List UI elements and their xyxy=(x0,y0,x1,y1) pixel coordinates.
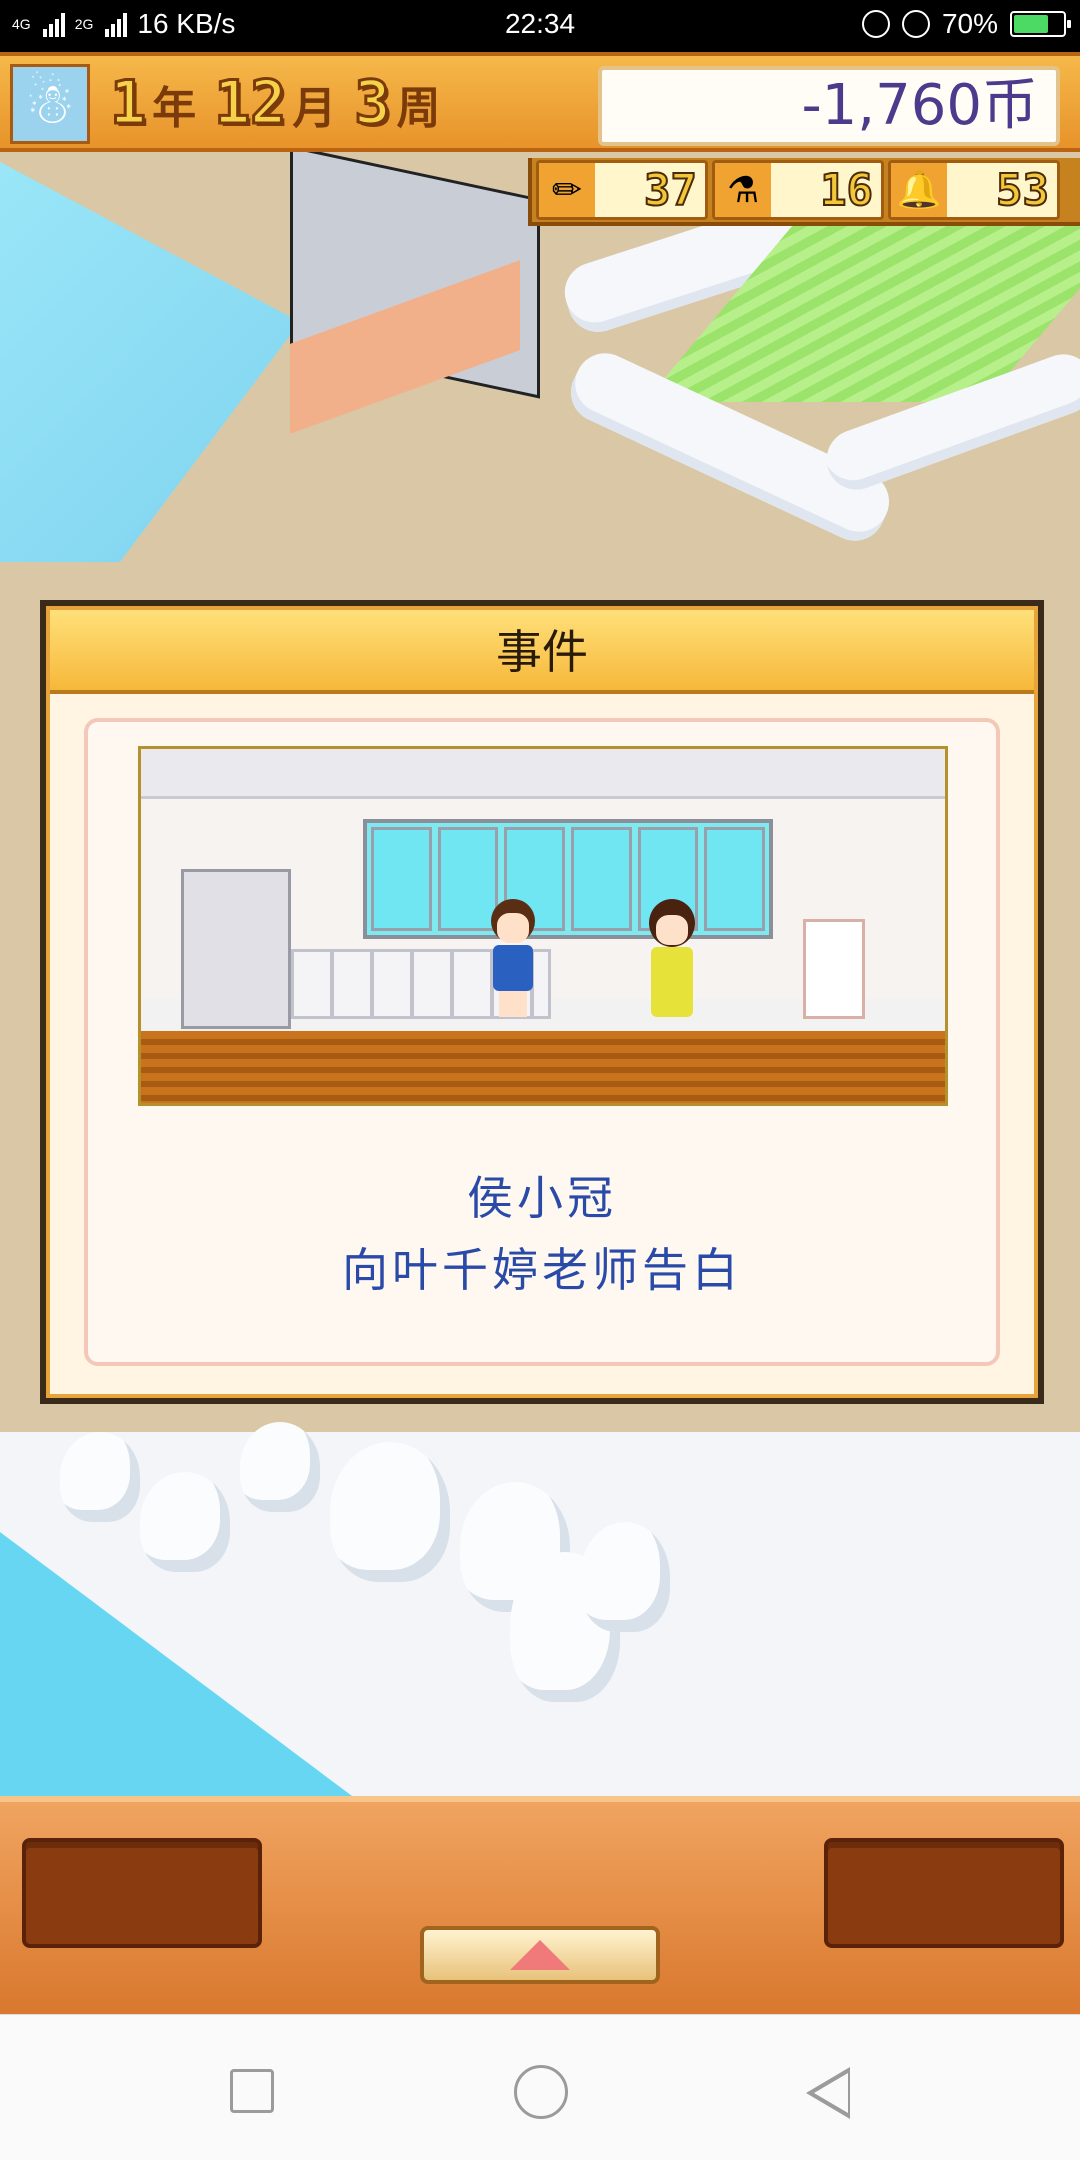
home-button[interactable] xyxy=(514,2065,568,2119)
year-value: 1 xyxy=(108,67,147,140)
back-button[interactable] xyxy=(806,2067,850,2119)
stat-value: 37 xyxy=(643,164,698,217)
event-line-2: 向叶千婷老师告白 xyxy=(342,1243,742,1297)
scene-ceiling xyxy=(141,749,945,799)
left-slot-button[interactable] xyxy=(22,1838,262,1948)
teacher-character xyxy=(641,899,701,1019)
year-unit: 年 xyxy=(152,83,197,134)
money-amount: -1,760 xyxy=(801,73,982,138)
expand-menu-button[interactable] xyxy=(420,1926,660,1984)
month-unit: 月 xyxy=(292,83,337,134)
top-hud: ☃ 1 年 12 月 3 周 -1,760币 xyxy=(0,52,1080,152)
right-slot-button[interactable] xyxy=(824,1838,1064,1948)
snow-tree xyxy=(140,1472,230,1572)
month-value: 12 xyxy=(213,67,288,140)
bell-icon: 🔔 xyxy=(891,163,947,217)
pool-water xyxy=(0,162,300,562)
stat-pencil[interactable]: ✏ 37 xyxy=(536,160,708,220)
scene-windows xyxy=(363,819,773,939)
stats-bar: ✏ 37 ⚗ 16 🔔 53 xyxy=(528,158,1080,226)
currency-unit: 币 xyxy=(982,73,1038,138)
money-display[interactable]: -1,760币 xyxy=(598,66,1060,146)
game-date: 1 年 12 月 3 周 xyxy=(108,67,453,140)
battery-percent: 70% xyxy=(941,8,998,39)
scene-lockers xyxy=(181,869,291,1029)
event-line-1: 侯小冠 xyxy=(467,1171,617,1225)
recents-button[interactable] xyxy=(230,2069,274,2113)
status-bar: 4G 2G 16 KB/s 22:34 70% xyxy=(0,0,1080,52)
dialog-body: 侯小冠 向叶千婷老师告白 xyxy=(84,718,1000,1366)
stat-value: 16 xyxy=(819,164,874,217)
stat-bell[interactable]: 🔔 53 xyxy=(888,160,1060,220)
bottom-panel xyxy=(0,1796,1080,2014)
pencil-icon: ✏ xyxy=(539,163,595,217)
scene-notice-board xyxy=(803,919,865,1019)
snowman-icon[interactable]: ☃ xyxy=(10,64,90,144)
event-message: 侯小冠 向叶千婷老师告白 xyxy=(88,1162,996,1306)
event-dialog[interactable]: 事件 侯小冠 向叶千婷老师告白 xyxy=(40,600,1044,1404)
battery-icon xyxy=(1010,11,1071,37)
stat-value: 53 xyxy=(995,164,1050,217)
week-value: 3 xyxy=(353,67,392,140)
event-scene-image xyxy=(138,746,948,1106)
flask-icon: ⚗ xyxy=(715,163,771,217)
navigation-bar xyxy=(0,2014,1080,2160)
stat-flask[interactable]: ⚗ 16 xyxy=(712,160,884,220)
student-character xyxy=(481,899,541,1019)
arrow-up-icon xyxy=(510,1940,570,1970)
dialog-title: 事件 xyxy=(50,610,1034,694)
week-unit: 周 xyxy=(396,83,441,134)
alarm-icon xyxy=(901,10,930,38)
scene-floor xyxy=(141,1031,945,1103)
snow-tree xyxy=(240,1422,320,1512)
snow-tree xyxy=(330,1442,450,1582)
snow-tree xyxy=(580,1522,670,1632)
rotation-lock-icon xyxy=(861,10,890,38)
snow-tree xyxy=(60,1432,140,1522)
